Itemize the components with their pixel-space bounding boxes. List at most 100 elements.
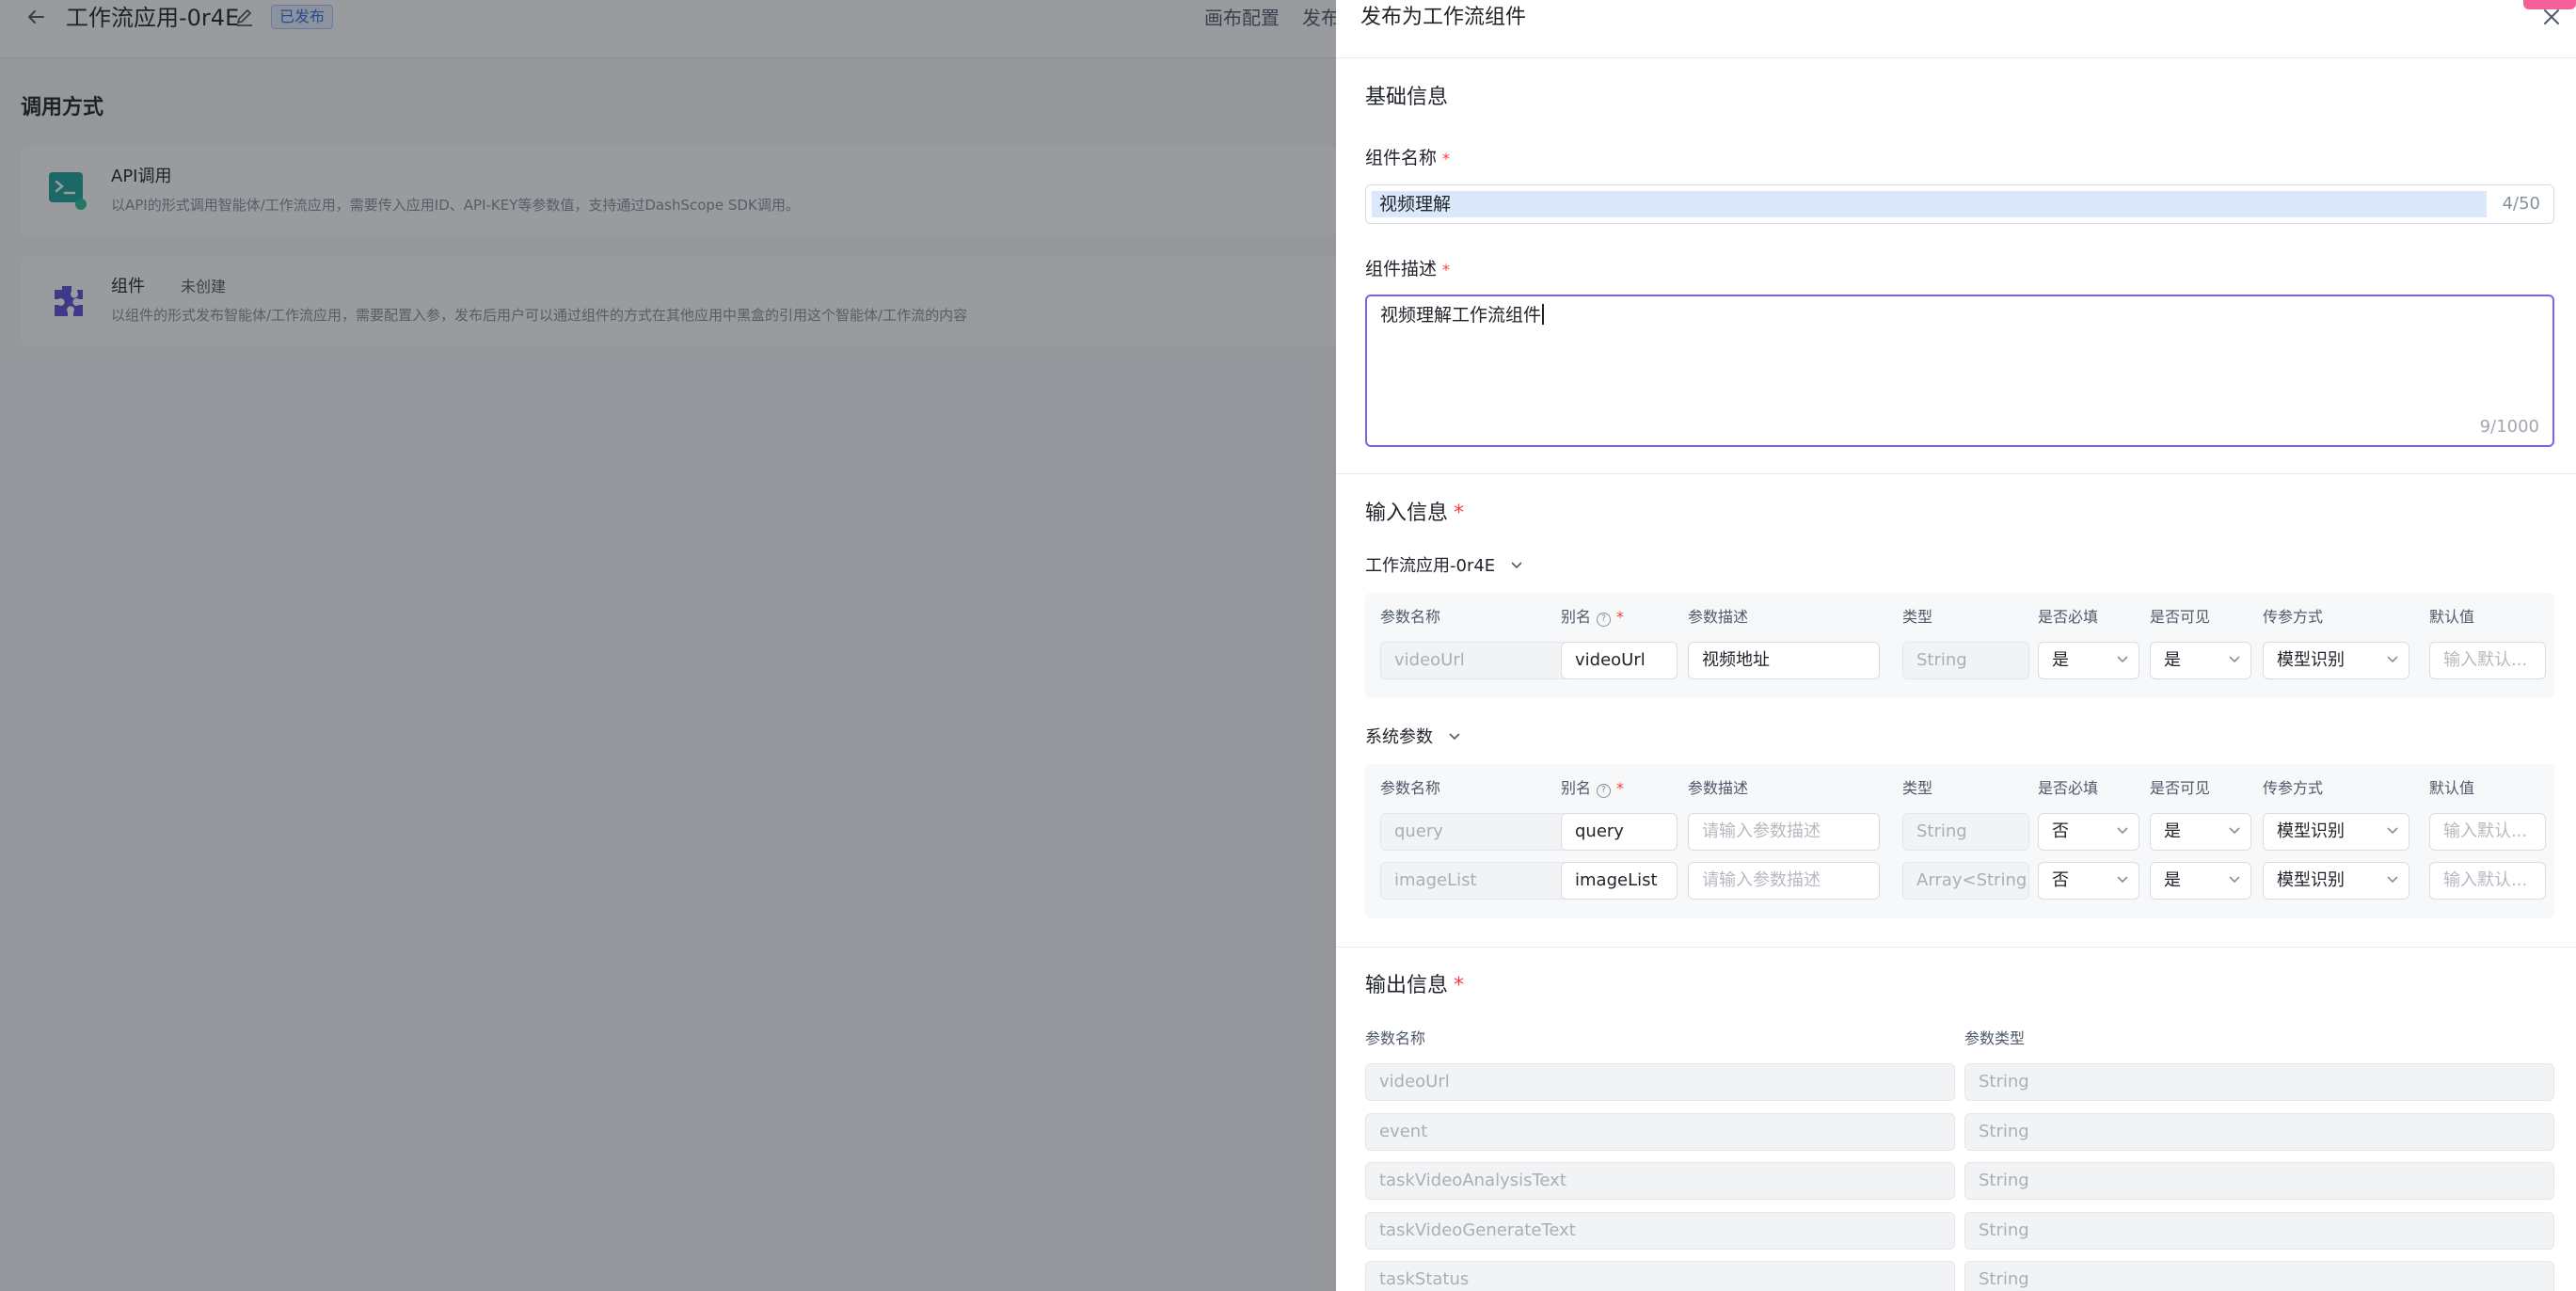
pass-mode-field[interactable]: 模型识别	[2263, 813, 2409, 851]
app-params-panel: 参数名称 别名? * 参数描述 类型 是否必填 是否可见 传参方式 默认值 videoUrl vid…	[1365, 593, 2554, 698]
param-name-value: imageList	[1394, 870, 1477, 890]
param-desc-field[interactable]: 视频地址	[1688, 642, 1880, 679]
output-info-title: 输出信息 *	[1365, 974, 1465, 997]
default-value-field[interactable]: 输入默认...	[2429, 862, 2546, 900]
type-field: String	[1902, 813, 2029, 851]
alias-value: query	[1575, 821, 1624, 841]
default-value-field[interactable]: 输入默认...	[2429, 642, 2546, 679]
output-param-name: event	[1365, 1112, 1955, 1151]
required-value: 是	[2052, 650, 2069, 670]
col-header-type: 类型	[1902, 608, 1933, 626]
visible-field[interactable]: 是	[2150, 813, 2251, 851]
system-params-group-toggle[interactable]: 系统参数	[1365, 725, 1461, 750]
output-param-type: String	[1964, 1112, 2554, 1151]
param-desc-value: 请输入参数描述	[1702, 821, 1821, 841]
required-field[interactable]: 否	[2038, 862, 2139, 900]
col-header-default-value: 默认值	[2429, 608, 2475, 626]
col-header-param-desc: 参数描述	[1688, 779, 1749, 797]
output-col-type: 参数类型	[1964, 1029, 2026, 1047]
char-count: 9/1000	[2479, 417, 2539, 437]
pass-mode-value: 模型识别	[2277, 650, 2345, 670]
alias-value: imageList	[1575, 870, 1658, 890]
col-header-visible: 是否可见	[2150, 608, 2211, 626]
component-name-input[interactable]: 视频理解 4/50	[1365, 184, 2554, 224]
chevron-down-icon	[2228, 863, 2241, 899]
output-col-name: 参数名称	[1365, 1029, 1426, 1047]
chevron-down-icon	[1510, 553, 1523, 578]
component-desc-textarea[interactable]: 视频理解工作流组件 9/1000	[1365, 295, 2554, 447]
char-count: 4/50	[2502, 194, 2540, 214]
drawer-title: 发布为工作流组件	[1360, 6, 1527, 29]
col-header-pass-mode: 传参方式	[2263, 608, 2324, 626]
help-icon[interactable]: ?	[1597, 613, 1612, 627]
chevron-down-icon	[2228, 814, 2241, 850]
col-header-param-name: 参数名称	[1380, 608, 1441, 626]
col-header-alias: 别名? *	[1561, 608, 1625, 627]
required-field[interactable]: 是	[2038, 642, 2139, 679]
visible-field[interactable]: 是	[2150, 642, 2251, 679]
required-mark: *	[1442, 261, 1451, 279]
visible-value: 是	[2164, 821, 2181, 841]
type-value: String	[1916, 650, 1967, 670]
type-value: String	[1916, 821, 1967, 841]
help-icon[interactable]: ?	[1597, 784, 1612, 798]
divider	[1336, 947, 2576, 948]
drawer-header: 发布为工作流组件	[1336, 0, 2576, 58]
default-value-value: 输入默认...	[2443, 821, 2528, 841]
component-desc-label: 组件描述 *	[1365, 259, 1451, 279]
pass-mode-value: 模型识别	[2277, 821, 2345, 841]
required-value: 否	[2052, 870, 2069, 890]
required-mark: *	[1616, 608, 1625, 626]
pass-mode-value: 模型识别	[2277, 870, 2345, 890]
chevron-down-icon	[2228, 643, 2241, 678]
publish-component-drawer: 发布为工作流组件 基础信息 组件名称 * 视频理解 4/50 组件描述 * 视频理解…	[1336, 0, 2576, 1291]
system-params-panel: 参数名称 别名? * 参数描述 类型 是否必填 是否可见 传参方式 默认值 query query 请…	[1365, 764, 2554, 918]
param-name-value: videoUrl	[1394, 650, 1465, 670]
col-header-alias: 别名? *	[1561, 779, 1625, 798]
alias-field[interactable]: videoUrl	[1561, 642, 1678, 679]
visible-value: 是	[2164, 870, 2181, 890]
chevron-down-icon	[2386, 643, 2399, 678]
close-icon[interactable]	[2538, 4, 2565, 30]
col-header-param-desc: 参数描述	[1688, 608, 1749, 626]
output-param-name: videoUrl	[1365, 1063, 1955, 1101]
col-header-type: 类型	[1902, 779, 1933, 797]
required-field[interactable]: 否	[2038, 813, 2139, 851]
param-name-field: query	[1380, 813, 1568, 851]
chevron-down-icon	[2116, 643, 2129, 678]
required-mark: *	[1616, 779, 1625, 797]
param-desc-field[interactable]: 请输入参数描述	[1688, 813, 1880, 851]
type-value: Array<String>	[1916, 870, 2029, 890]
output-param-type: String	[1964, 1063, 2554, 1101]
col-header-param-name: 参数名称	[1380, 779, 1441, 797]
param-desc-value: 视频地址	[1702, 650, 1770, 670]
input-info-title: 输入信息 *	[1365, 502, 1465, 525]
visible-field[interactable]: 是	[2150, 862, 2251, 900]
app-params-group-toggle[interactable]: 工作流应用-0r4E	[1365, 553, 1523, 579]
required-mark: *	[1454, 974, 1465, 997]
pass-mode-field[interactable]: 模型识别	[2263, 862, 2409, 900]
col-header-visible: 是否可见	[2150, 779, 2211, 797]
output-param-type: String	[1964, 1211, 2554, 1250]
chevron-down-icon	[2116, 814, 2129, 850]
pass-mode-field[interactable]: 模型识别	[2263, 642, 2409, 679]
divider	[1336, 473, 2576, 474]
type-field: String	[1902, 642, 2029, 679]
param-name-field: imageList	[1380, 862, 1568, 900]
output-param-type: String	[1964, 1261, 2554, 1291]
component-desc-value: 视频理解工作流组件	[1380, 302, 1545, 328]
alias-field[interactable]: query	[1561, 813, 1678, 851]
default-value-field[interactable]: 输入默认...	[2429, 813, 2546, 851]
col-header-pass-mode: 传参方式	[2263, 779, 2324, 797]
output-param-name: taskStatus	[1365, 1261, 1955, 1291]
chevron-down-icon	[2116, 863, 2129, 899]
component-name-label: 组件名称 *	[1365, 148, 1451, 168]
alias-value: videoUrl	[1575, 650, 1646, 670]
required-mark: *	[1442, 150, 1451, 167]
alias-field[interactable]: imageList	[1561, 862, 1678, 900]
col-header-default-value: 默认值	[2429, 779, 2475, 797]
param-name-field: videoUrl	[1380, 642, 1568, 679]
col-header-required: 是否必填	[2038, 608, 2099, 626]
output-param-name: taskVideoAnalysisText	[1365, 1162, 1955, 1200]
param-desc-field[interactable]: 请输入参数描述	[1688, 862, 1880, 900]
